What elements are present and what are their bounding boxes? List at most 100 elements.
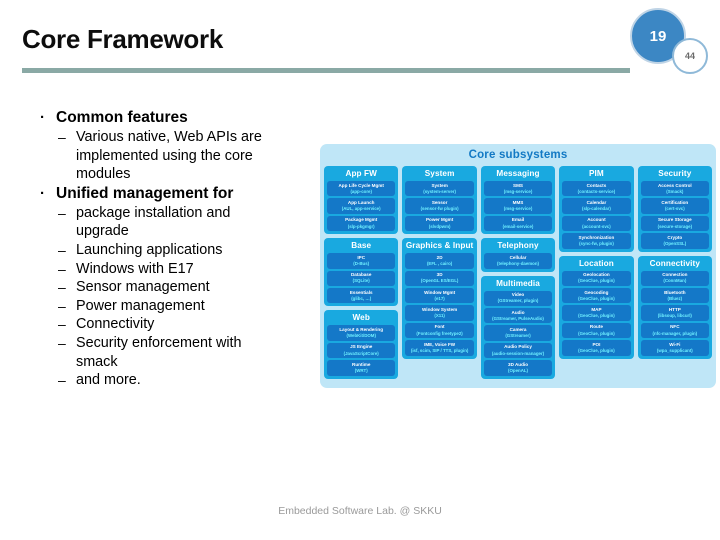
subsystem-item[interactable]: JS Engine (JavaScriptCore) bbox=[327, 342, 396, 359]
subsystem-item-implementation: (telephony-daemon) bbox=[497, 260, 539, 266]
subsystem-group[interactable]: System System (system-server) Sensor (sensor… bbox=[402, 166, 477, 235]
subsystem-item[interactable]: Database (SQLite) bbox=[327, 270, 396, 287]
subsystem-item-implementation: (SQLite) bbox=[352, 278, 370, 284]
bullet-dash-icon: – bbox=[58, 372, 66, 389]
subsystem-item[interactable]: Crypto (OpenSSL) bbox=[640, 233, 710, 249]
subsystem-item[interactable]: IME, Voice FW (isf, scim, SIP / TTS, plug… bbox=[405, 340, 474, 356]
subsystem-item[interactable]: Synchronization (sync-fw, plugin) bbox=[562, 233, 631, 249]
bullet-level2: – Connectivity bbox=[34, 315, 330, 334]
slide-footer: Embedded Software Lab. @ SKKU bbox=[278, 505, 442, 517]
subsystem-item[interactable]: Camera (GStreamer) bbox=[483, 325, 553, 341]
subsystem-item[interactable]: Access Control (Smack) bbox=[640, 181, 710, 197]
subsystem-group[interactable]: Connectivity Connection (ConnMan) Bluetooth… bbox=[637, 255, 713, 359]
subsystem-group[interactable]: Graphics & Input 2D (EFL , cairo) 3D (OpenGL… bbox=[402, 238, 477, 359]
bullet-text: package installation and bbox=[76, 204, 231, 221]
subsystem-item[interactable]: MMS (msg-service) bbox=[483, 198, 553, 214]
subsystem-group[interactable]: PIM Contacts (contacts-service) Calendar (sl… bbox=[559, 166, 634, 252]
subsystem-item[interactable]: Power Mgmt (slvdpwm) bbox=[405, 215, 474, 232]
bullet-text: Windows with E17 bbox=[76, 260, 194, 277]
subsystem-item[interactable]: Video (GStreamer, plugin) bbox=[483, 290, 553, 307]
subsystem-item-implementation: (sync-fw, plugin) bbox=[579, 240, 614, 246]
subsystem-item-implementation: (app-core) bbox=[350, 188, 372, 194]
bullet-text: Connectivity bbox=[76, 316, 155, 333]
subsystem-item[interactable]: MAP (GeoClue, plugin) bbox=[562, 305, 631, 321]
subsystem-item[interactable]: Window Mgmt (e17) bbox=[405, 288, 474, 304]
subsystem-item[interactable]: Essentials (glibc, …) bbox=[327, 288, 396, 304]
subsystem-item-implementation: (EFL , cairo) bbox=[426, 260, 453, 266]
bullet-dash-icon: – bbox=[58, 241, 66, 258]
subsystem-item-implementation: (audio-session-manager) bbox=[491, 350, 545, 356]
subsystem-item[interactable]: Geocoding (GeoClue, plugin) bbox=[562, 288, 631, 304]
subsystem-group[interactable]: Messaging SMS (msg-service) MMS (msg-service… bbox=[480, 166, 556, 235]
bullet-text: Unified management for bbox=[56, 184, 234, 202]
subsystem-item[interactable]: Cellular (telephony-daemon) bbox=[483, 253, 553, 269]
subsystem-group[interactable]: Base IPC (D-Bus) Database (SQLite) Essentials… bbox=[324, 238, 399, 307]
subsystem-item[interactable]: Calendar (slp-calendar) bbox=[562, 198, 631, 214]
subsystem-item[interactable]: NFC (nfc-manager, plugin) bbox=[640, 322, 710, 339]
subsystem-item-implementation: (JavaScriptCore) bbox=[343, 350, 379, 356]
subsystem-item-implementation: (contacts-service) bbox=[577, 188, 616, 194]
bullet-level2: – Windows with E17 bbox=[34, 260, 330, 279]
subsystem-item[interactable]: HTTP (libsoup, libcurl) bbox=[640, 305, 710, 321]
subsystem-item[interactable]: Sensor (sensor-fw plugin) bbox=[405, 198, 474, 214]
subsystem-group-title: Security bbox=[658, 169, 692, 178]
subsystem-item-implementation: (e17) bbox=[434, 295, 445, 301]
subsystem-item-implementation: (GStreamer) bbox=[505, 333, 531, 339]
subsystem-item-implementation: (OpenGL ES/EGL) bbox=[420, 278, 459, 284]
subsystem-group-title: Base bbox=[351, 241, 372, 251]
subsystem-item[interactable]: POI (GeoClue, plugin) bbox=[562, 340, 631, 356]
subsystem-item[interactable]: App Launch (AUL, app-service) bbox=[327, 198, 396, 214]
bullet-dash-icon: – bbox=[58, 297, 66, 314]
subsystem-item-implementation: (libsoup, libcurl) bbox=[657, 313, 692, 319]
subsystem-item[interactable]: Secure Storage (secure-storage) bbox=[640, 215, 710, 232]
subsystem-item-implementation: (cert-svc) bbox=[664, 206, 685, 212]
subsystem-item[interactable]: Route (GeoClue, plugin) bbox=[562, 322, 631, 339]
subsystem-group-title: Graphics & Input bbox=[405, 241, 474, 251]
subsystem-item[interactable]: Account (account-svc) bbox=[562, 215, 631, 232]
bullet-text: modules bbox=[76, 166, 131, 183]
subsystem-item-implementation: (GeoClue, plugin) bbox=[578, 313, 615, 319]
subsystem-group-title: PIM bbox=[588, 169, 604, 178]
subsystem-item-implementation: (AUL, app-service) bbox=[341, 206, 381, 212]
subsystem-item[interactable]: Certification (cert-svc) bbox=[640, 198, 710, 214]
subsystem-group[interactable]: Web Layout & Rendering (WebKit/DOM) JS Engi… bbox=[324, 310, 399, 379]
subsystem-item[interactable]: Email (email-service) bbox=[483, 215, 553, 232]
subsystem-item[interactable]: Connection (ConnMan) bbox=[640, 270, 710, 287]
subsystem-item[interactable]: 3D (OpenGL ES/EGL) bbox=[405, 270, 474, 287]
bullet-dash-icon: – bbox=[58, 316, 66, 333]
subsystem-item[interactable]: Bluetooth (Bluez) bbox=[640, 288, 710, 304]
subsystem-item[interactable]: SMS (msg-service) bbox=[483, 181, 553, 197]
subsystem-item[interactable]: System (system-server) bbox=[405, 181, 474, 197]
subsystem-item[interactable]: Contacts (contacts-service) bbox=[562, 181, 631, 197]
page-number-badge-group: 19 44 bbox=[630, 8, 716, 76]
subsystem-item[interactable]: IPC (D-Bus) bbox=[327, 253, 396, 269]
subsystem-item[interactable]: Audio Policy (audio-session-manager) bbox=[483, 342, 553, 359]
subsystem-item[interactable]: App Life Cycle Mgmt (app-core) bbox=[327, 181, 396, 197]
subsystem-item[interactable]: 2D (EFL , cairo) bbox=[405, 253, 474, 269]
bullet-text: upgrade bbox=[76, 223, 129, 240]
subsystem-item[interactable]: Audio (GStreamer, PulseAudio) bbox=[483, 308, 553, 324]
subsystem-item[interactable]: Window System (X11) bbox=[405, 305, 474, 321]
subsystem-item-implementation: (Fontconfig freetype2) bbox=[416, 330, 463, 336]
subsystem-group-title: System bbox=[424, 169, 455, 178]
subsystem-item[interactable]: Geolocation (GeoClue, plugin) bbox=[562, 270, 631, 287]
subsystem-item[interactable]: 3D Audio (OpenAL) bbox=[483, 360, 553, 376]
subsystem-group[interactable]: Telephony Cellular (telephony-daemon) bbox=[480, 238, 556, 272]
subsystem-item[interactable]: Wi-Fi (wpa_supplicant) bbox=[640, 340, 710, 356]
subsystem-group[interactable]: App FW App Life Cycle Mgmt (app-core) App L… bbox=[324, 166, 399, 235]
bullet-level2: upgrade bbox=[34, 222, 330, 241]
subsystem-item[interactable]: Package Mgmt (slp-pkgmgr) bbox=[327, 215, 396, 232]
bullet-level1: · Common features bbox=[34, 108, 330, 127]
core-subsystems-diagram: Core subsystems App FW App Life Cycle Mgm… bbox=[320, 144, 716, 388]
subsystem-group-title: Telephony bbox=[497, 241, 539, 251]
subsystem-item[interactable]: Runtime (WRT) bbox=[327, 360, 396, 376]
subsystem-group[interactable]: Security Access Control (Smack) Certificati… bbox=[637, 166, 713, 252]
subsystem-group[interactable]: Multimedia Video (GStreamer, plugin) Audio(… bbox=[480, 275, 556, 379]
subsystem-group[interactable]: Location Geolocation (GeoClue, plugin) Geoc… bbox=[559, 255, 634, 359]
subsystem-item[interactable]: Font (Fontconfig freetype2) bbox=[405, 322, 474, 339]
bullet-dot-icon: · bbox=[40, 109, 45, 126]
subsystem-item-implementation: (wpa_supplicant) bbox=[656, 347, 693, 353]
subsystem-item-implementation: (sensor-fw plugin) bbox=[420, 206, 459, 212]
diagram-column: Messaging SMS (msg-service) MMS (msg-service… bbox=[480, 166, 556, 379]
subsystem-item[interactable]: Layout & Rendering (WebKit/DOM) bbox=[327, 325, 396, 341]
